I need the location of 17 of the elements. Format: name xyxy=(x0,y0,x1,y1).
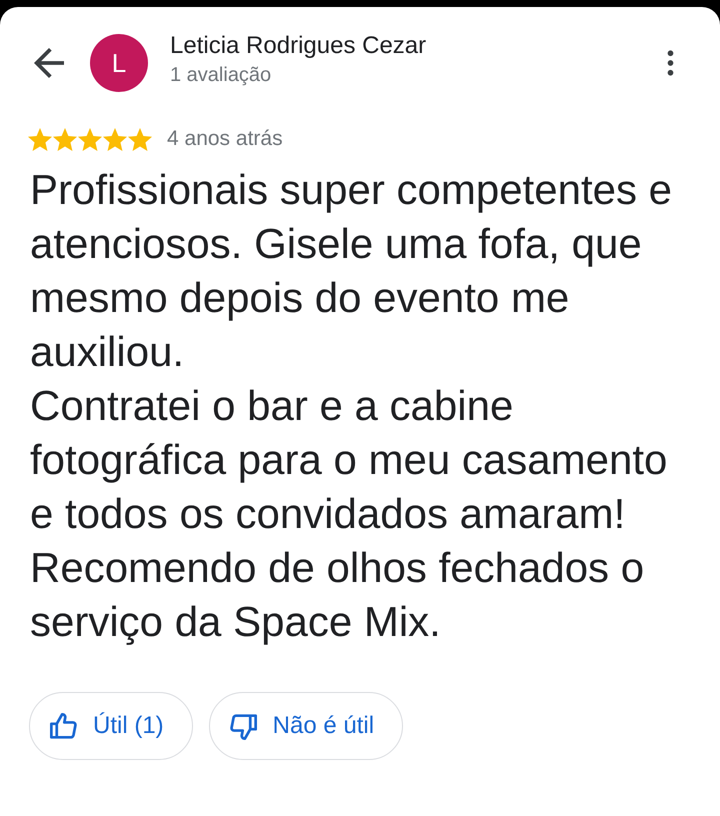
not-helpful-button[interactable]: Não é útil xyxy=(208,692,404,760)
review-text: Profissionais super competentes e atenciosos. Gisele uma fofa, que mesmo depois do evento me auxiliou. xyxy=(30,165,673,377)
more-options-icon[interactable] xyxy=(667,50,674,76)
review-time: 4 anos atrás xyxy=(167,127,283,151)
helpful-button[interactable]: Útil (1) xyxy=(29,692,193,760)
thumbs-down-icon xyxy=(230,712,257,740)
reviewer-name[interactable]: Leticia Rodrigues Cezar xyxy=(170,32,667,60)
star-icon xyxy=(28,128,52,150)
thumbs-up-icon xyxy=(50,712,77,740)
star-icon xyxy=(128,128,152,150)
review-text: Contratei o bar e a cabine fotográfica para o meu casamento e todos os convidados amaram! Recomendo de olhos fechados o serviço da Space Mix. xyxy=(30,381,668,647)
star-icon xyxy=(53,128,77,150)
back-icon[interactable] xyxy=(34,48,64,78)
avatar-initial: L xyxy=(112,50,126,76)
star-icon xyxy=(103,128,127,150)
star-icon xyxy=(78,128,102,150)
review-count: 1 avaliação xyxy=(170,64,272,86)
